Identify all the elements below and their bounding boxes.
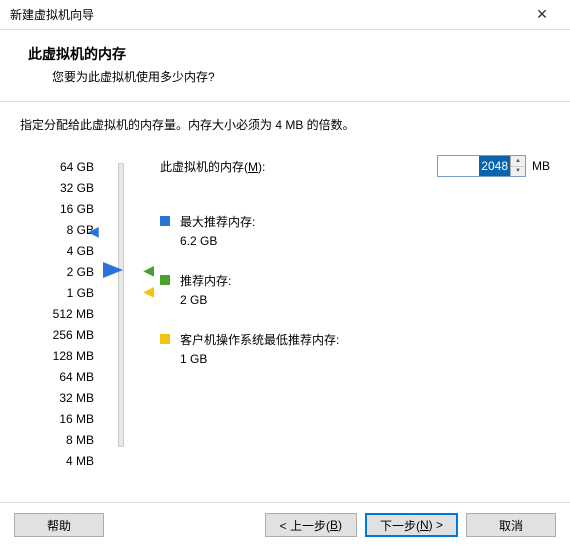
scale-tick: 2 GB — [67, 262, 94, 283]
scale-tick: 256 MB — [53, 325, 94, 346]
legend-rec-label: 推荐内存: — [180, 272, 231, 289]
window-title: 新建虚拟机向导 — [10, 6, 94, 23]
memory-label: 此虚拟机的内存(M): — [160, 158, 265, 175]
spin-buttons: ▲ ▼ — [510, 156, 525, 176]
memory-label-hotkey: M — [248, 160, 258, 174]
scale-tick: 4 GB — [67, 241, 94, 262]
slider-track — [118, 163, 124, 447]
scale-tick: 8 MB — [66, 430, 94, 451]
memory-label-prefix: 此虚拟机的内存( — [160, 160, 248, 174]
memory-spin-wrap: 2048 ▲ ▼ — [437, 155, 526, 177]
legend-max-icon — [160, 216, 170, 226]
scale-tick: 16 MB — [59, 409, 94, 430]
cancel-button-label: 取消 — [499, 517, 523, 534]
legend-max-value: 6.2 GB — [180, 234, 255, 248]
wizard-header: 此虚拟机的内存 您要为此虚拟机使用多少内存? — [0, 30, 570, 101]
scale-tick: 32 MB — [59, 388, 94, 409]
legend-min-icon — [160, 334, 170, 344]
cancel-button[interactable]: 取消 — [466, 513, 556, 537]
legend-min-label: 客户机操作系统最低推荐内存: — [180, 331, 339, 348]
next-key: N — [420, 518, 429, 532]
legend-min-value: 1 GB — [180, 352, 339, 366]
back-button[interactable]: < 上一步(B) — [265, 513, 357, 537]
scale-tick: 16 GB — [60, 199, 94, 220]
legend-rec-value: 2 GB — [180, 293, 231, 307]
legend-max: 最大推荐内存: 6.2 GB — [160, 213, 550, 248]
content: 指定分配给此虚拟机的内存量。内存大小必须为 4 MB 的倍数。 64 GB 32… — [0, 102, 570, 476]
footer-right: < 上一步(B) 下一步(N) > 取消 — [265, 513, 556, 537]
next-prefix: 下一步( — [380, 517, 420, 534]
memory-unit: MB — [532, 159, 550, 173]
memory-spinner[interactable]: 2048 ▲ ▼ — [437, 155, 526, 177]
spin-down-button[interactable]: ▼ — [511, 167, 525, 177]
legend-max-label: 最大推荐内存: — [180, 213, 255, 230]
scale-tick: 128 MB — [53, 346, 94, 367]
instruction-text: 指定分配给此虚拟机的内存量。内存大小必须为 4 MB 的倍数。 — [20, 116, 550, 133]
scale-tick: 64 GB — [60, 157, 94, 178]
scale-tick: 4 MB — [66, 451, 94, 472]
next-suffix: ) > — [429, 518, 443, 532]
back-suffix: ) — [338, 518, 342, 532]
scale-tick: 32 GB — [60, 178, 94, 199]
memory-info: 此虚拟机的内存(M): 2048 ▲ ▼ MB — [148, 155, 550, 390]
legend: 最大推荐内存: 6.2 GB 推荐内存: 2 GB 客户机操作系统最低推荐内存: — [160, 213, 550, 366]
legend-rec: 推荐内存: 2 GB — [160, 272, 550, 307]
page-subtitle: 您要为此虚拟机使用多少内存? — [28, 68, 542, 85]
slider-thumb[interactable] — [103, 262, 123, 278]
legend-min-text: 客户机操作系统最低推荐内存: 1 GB — [180, 331, 339, 366]
next-button[interactable]: 下一步(N) > — [365, 513, 458, 537]
close-button[interactable]: ✕ — [522, 1, 562, 29]
memory-slider[interactable]: ◀ ◀ ◀ — [94, 155, 148, 455]
help-button[interactable]: 帮助 — [14, 513, 104, 537]
legend-rec-text: 推荐内存: 2 GB — [180, 272, 231, 307]
scale-tick: 1 GB — [67, 283, 94, 304]
wizard-footer: 帮助 < 上一步(B) 下一步(N) > 取消 — [0, 502, 570, 551]
memory-spin-group: 2048 ▲ ▼ MB — [437, 155, 550, 177]
memory-input-row: 此虚拟机的内存(M): 2048 ▲ ▼ MB — [160, 155, 550, 177]
memory-scale-labels: 64 GB 32 GB 16 GB 8 GB 4 GB 2 GB 1 GB 51… — [20, 155, 94, 472]
memory-input-selection: 2048 — [479, 156, 510, 176]
legend-rec-icon — [160, 275, 170, 285]
titlebar: 新建虚拟机向导 ✕ — [0, 0, 570, 30]
legend-min: 客户机操作系统最低推荐内存: 1 GB — [160, 331, 550, 366]
spin-up-button[interactable]: ▲ — [511, 156, 525, 167]
back-key: B — [330, 518, 338, 532]
legend-max-text: 最大推荐内存: 6.2 GB — [180, 213, 255, 248]
scale-tick: 64 MB — [59, 367, 94, 388]
memory-config-row: 64 GB 32 GB 16 GB 8 GB 4 GB 2 GB 1 GB 51… — [20, 155, 550, 472]
back-prefix: < 上一步( — [280, 517, 330, 534]
page-title: 此虚拟机的内存 — [28, 44, 542, 64]
help-button-label: 帮助 — [47, 517, 71, 534]
scale-tick: 512 MB — [53, 304, 94, 325]
close-icon: ✕ — [536, 6, 548, 23]
memory-label-suffix: ): — [258, 160, 265, 174]
